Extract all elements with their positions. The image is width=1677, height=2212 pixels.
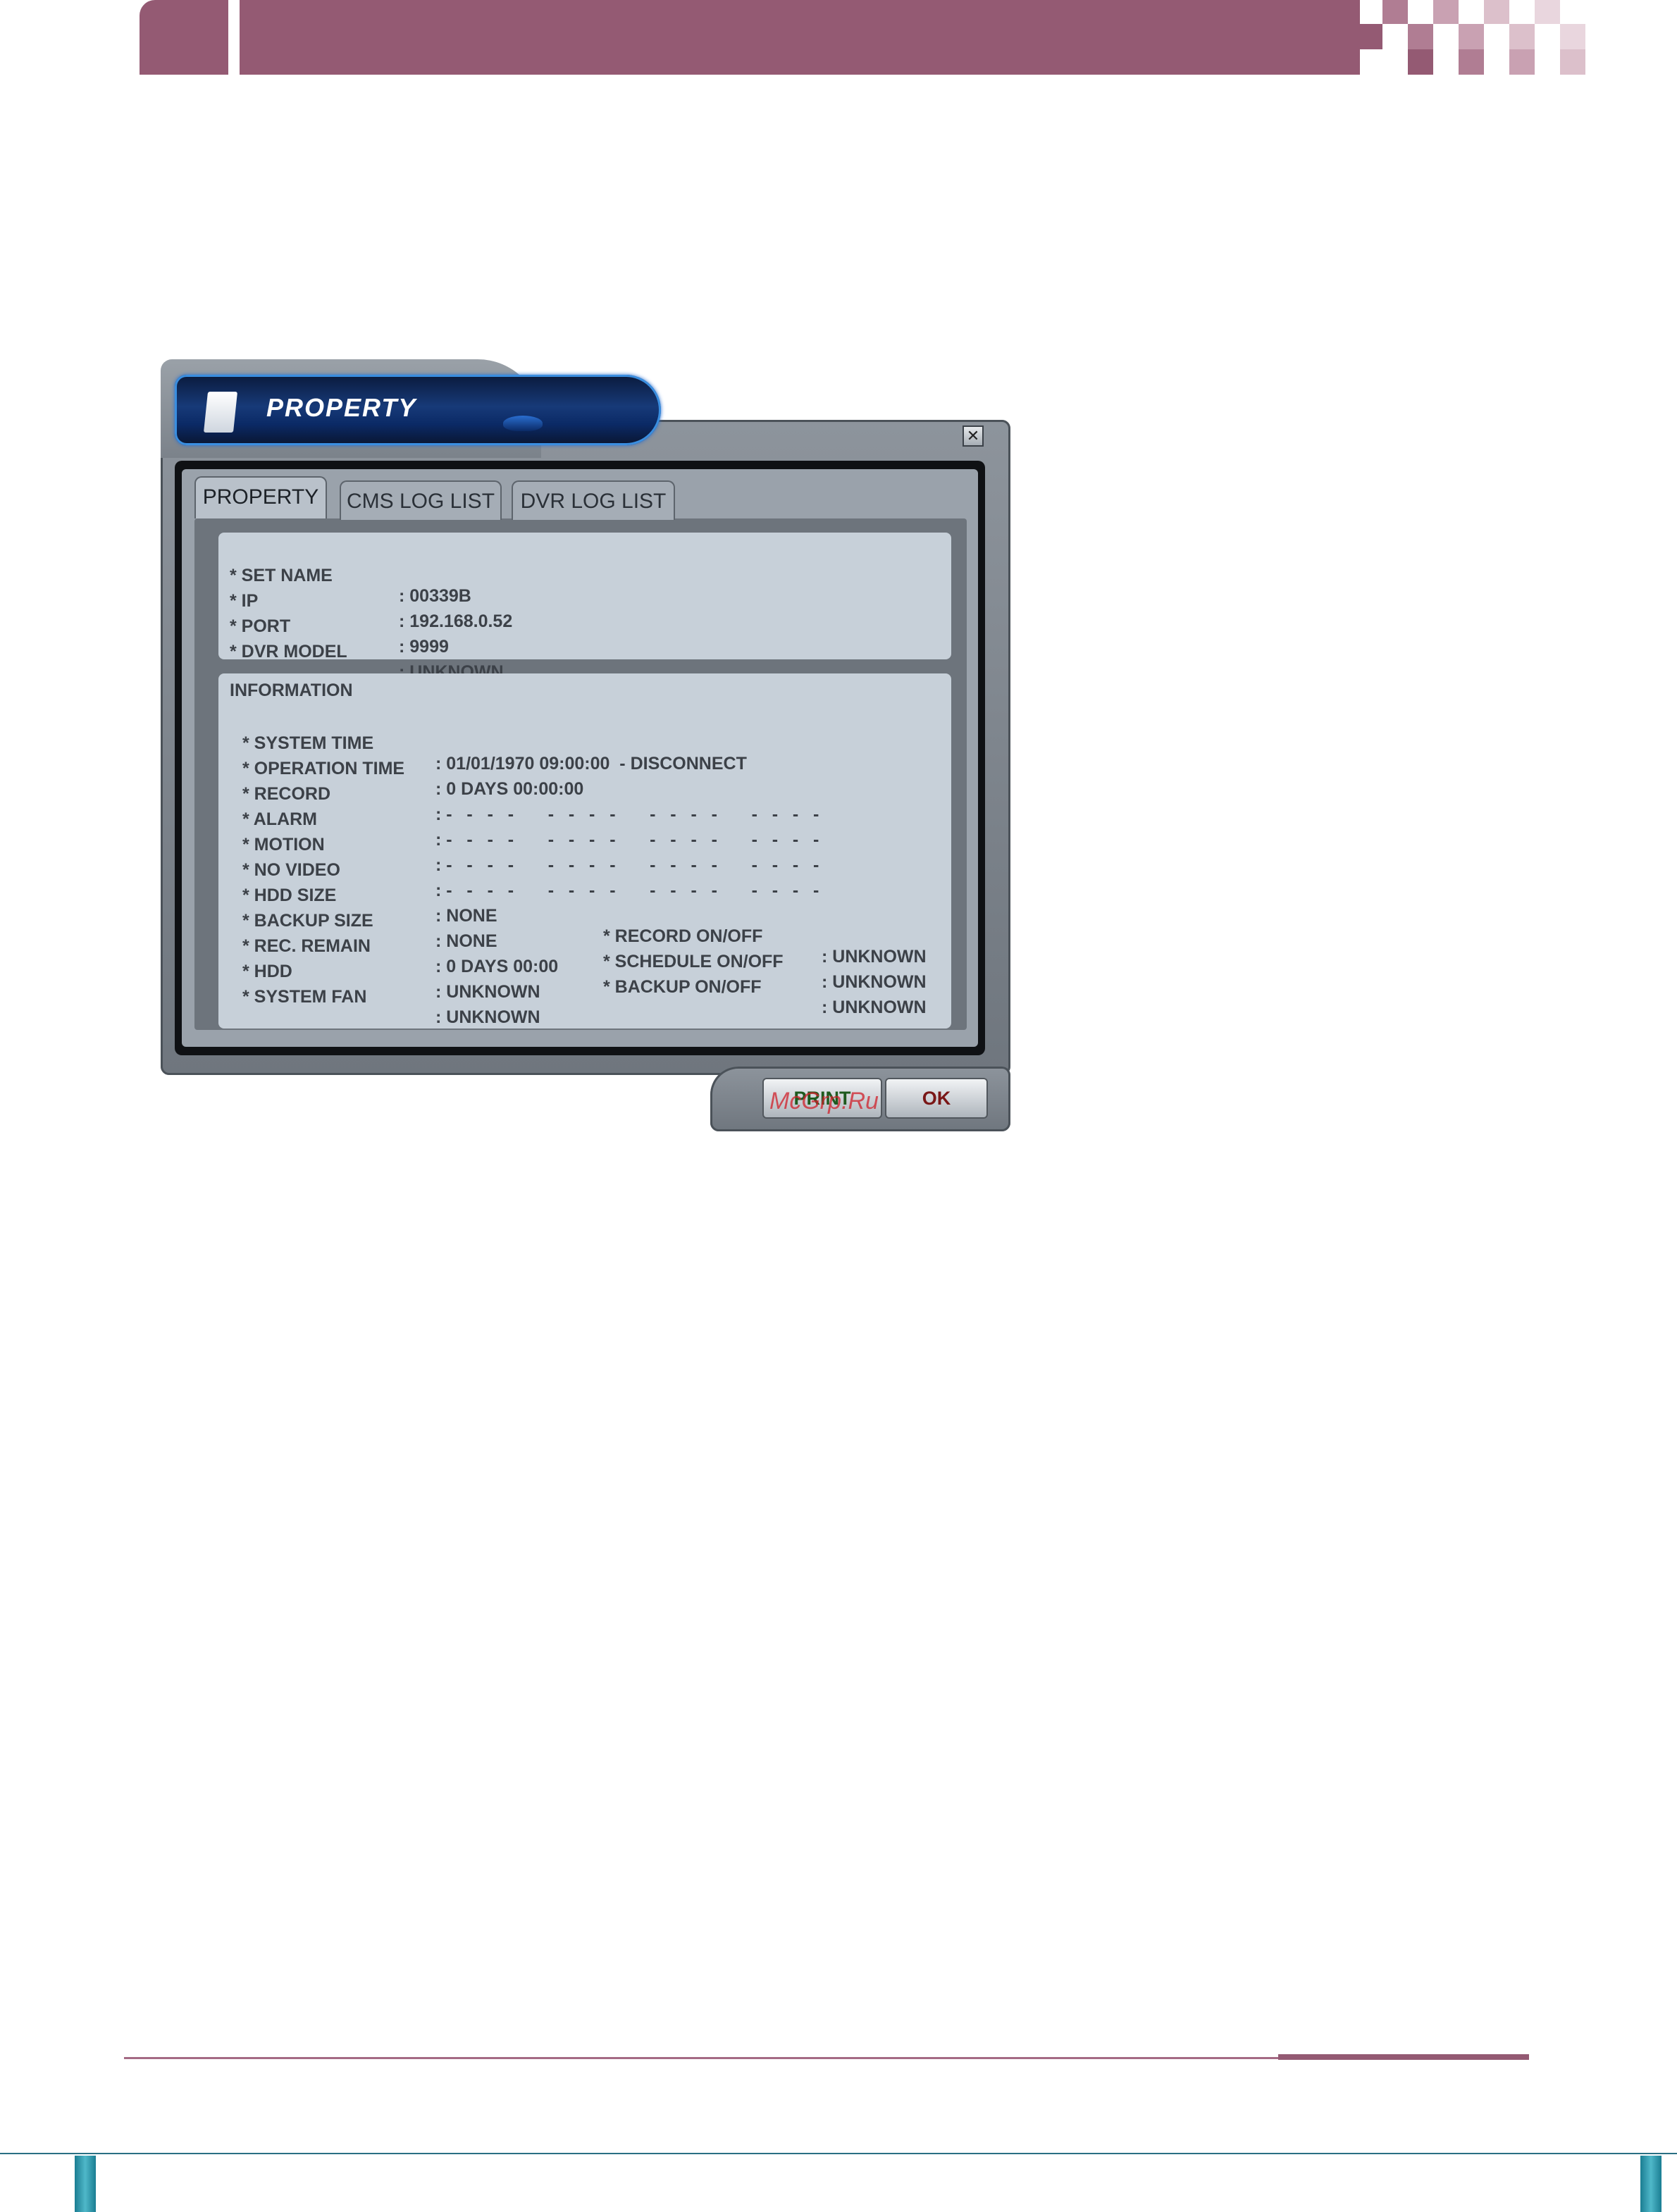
info-value: : 0 DAYS 00:00:00 [435, 779, 584, 799]
property-dialog: PROPERTY ✕ PROPERTY CMS LOG LIST DVR LOG… [161, 359, 1010, 1131]
info-row-backup-size: * BACKUP SIZE : NONE * SCHEDULE ON/OFF :… [242, 890, 927, 992]
info-value-2: : UNKNOWN [822, 998, 927, 1017]
info-row-rec-remain: * REC. REMAIN : 0 DAYS 00:00 * BACKUP ON… [242, 916, 927, 1017]
close-icon[interactable]: ✕ [963, 425, 984, 447]
port-value: : 9999 [399, 637, 449, 657]
title-arrow-icon [503, 416, 543, 431]
dialog-title-bar[interactable]: PROPERTY [175, 375, 661, 445]
info-label-2: * RECORD ON/OFF [603, 926, 763, 946]
info-value: : - - - - - - - - - - - - - - - - [435, 830, 819, 850]
info-value: : 01/01/1970 09:00:00 - DISCONNECT [435, 754, 747, 773]
footer-accent [1278, 2054, 1529, 2060]
property-row-dvr-model: * DVR MODEL : UNKNOWN [230, 621, 504, 682]
header-tab [140, 0, 228, 75]
info-value: : UNKNOWN [435, 1007, 540, 1027]
ok-button[interactable]: OK [885, 1078, 988, 1119]
info-row-operation-time: * OPERATION TIME : 0 DAYS 00:00:00 [242, 738, 583, 799]
info-row-system-time: * SYSTEM TIME : 01/01/1970 09:00:00 - DI… [242, 713, 747, 773]
info-value: : UNKNOWN [435, 982, 540, 1002]
info-value-2: : UNKNOWN [822, 947, 927, 967]
header-band [240, 0, 1360, 75]
info-row-no-video: * NO VIDEO : - - - - - - - - - - - - - -… [242, 840, 819, 900]
info-row-hdd: * HDD : UNKNOWN [242, 941, 540, 1002]
info-row-system-fan: * SYSTEM FAN : UNKNOWN [242, 967, 540, 1027]
info-row-record: * RECORD : - - - - - - - - - - - - - - -… [242, 764, 819, 824]
dialog-title: PROPERTY [266, 393, 417, 422]
info-value: : - - - - - - - - - - - - - - - - [435, 855, 819, 875]
info-value: : - - - - - - - - - - - - - - - - [435, 881, 819, 900]
information-heading: INFORMATION [230, 681, 353, 700]
property-info-box: * SET NAME : 00339B * IP : 192.168.0.52 … [218, 533, 951, 682]
bottom-right-tab [1640, 2156, 1661, 2212]
tab-property[interactable]: PROPERTY [194, 476, 327, 518]
property-row-ip: * IP : 192.168.0.52 [230, 571, 512, 631]
info-label-2: * SCHEDULE ON/OFF [603, 952, 784, 971]
tab-cms-log-list[interactable]: CMS LOG LIST [340, 480, 502, 520]
info-value: : 0 DAYS 00:00 [435, 957, 559, 976]
watermark: McGrp.Ru [769, 1088, 879, 1114]
property-row-port: * PORT : 9999 [230, 596, 449, 657]
info-row-motion: * MOTION : - - - - - - - - - - - - - - -… [242, 814, 819, 875]
set-name-value: : 00339B [399, 586, 471, 606]
info-row-alarm: * ALARM : - - - - - - - - - - - - - - - … [242, 789, 819, 850]
info-value: : NONE [435, 931, 497, 951]
bottom-line [0, 2153, 1677, 2154]
info-value: : - - - - - - - - - - - - - - - - [435, 804, 819, 824]
info-label-2: * BACKUP ON/OFF [603, 977, 762, 997]
tab-dvr-log-list[interactable]: DVR LOG LIST [512, 480, 675, 520]
info-label: * SYSTEM FAN [242, 987, 367, 1007]
ip-value: : 192.168.0.52 [399, 611, 513, 631]
info-value: : NONE [435, 906, 497, 926]
notepad-icon [203, 392, 238, 433]
dvr-model-label: * DVR MODEL [230, 642, 347, 661]
bottom-left-tab [75, 2156, 96, 2212]
information-box: INFORMATION * SYSTEM TIME : 01/01/1970 0… [218, 673, 951, 1029]
info-value-2: : UNKNOWN [822, 972, 927, 992]
property-row-set-name: * SET NAME : 00339B [230, 545, 471, 606]
info-row-hdd-size: * HDD SIZE : NONE * RECORD ON/OFF : UNKN… [242, 865, 927, 967]
